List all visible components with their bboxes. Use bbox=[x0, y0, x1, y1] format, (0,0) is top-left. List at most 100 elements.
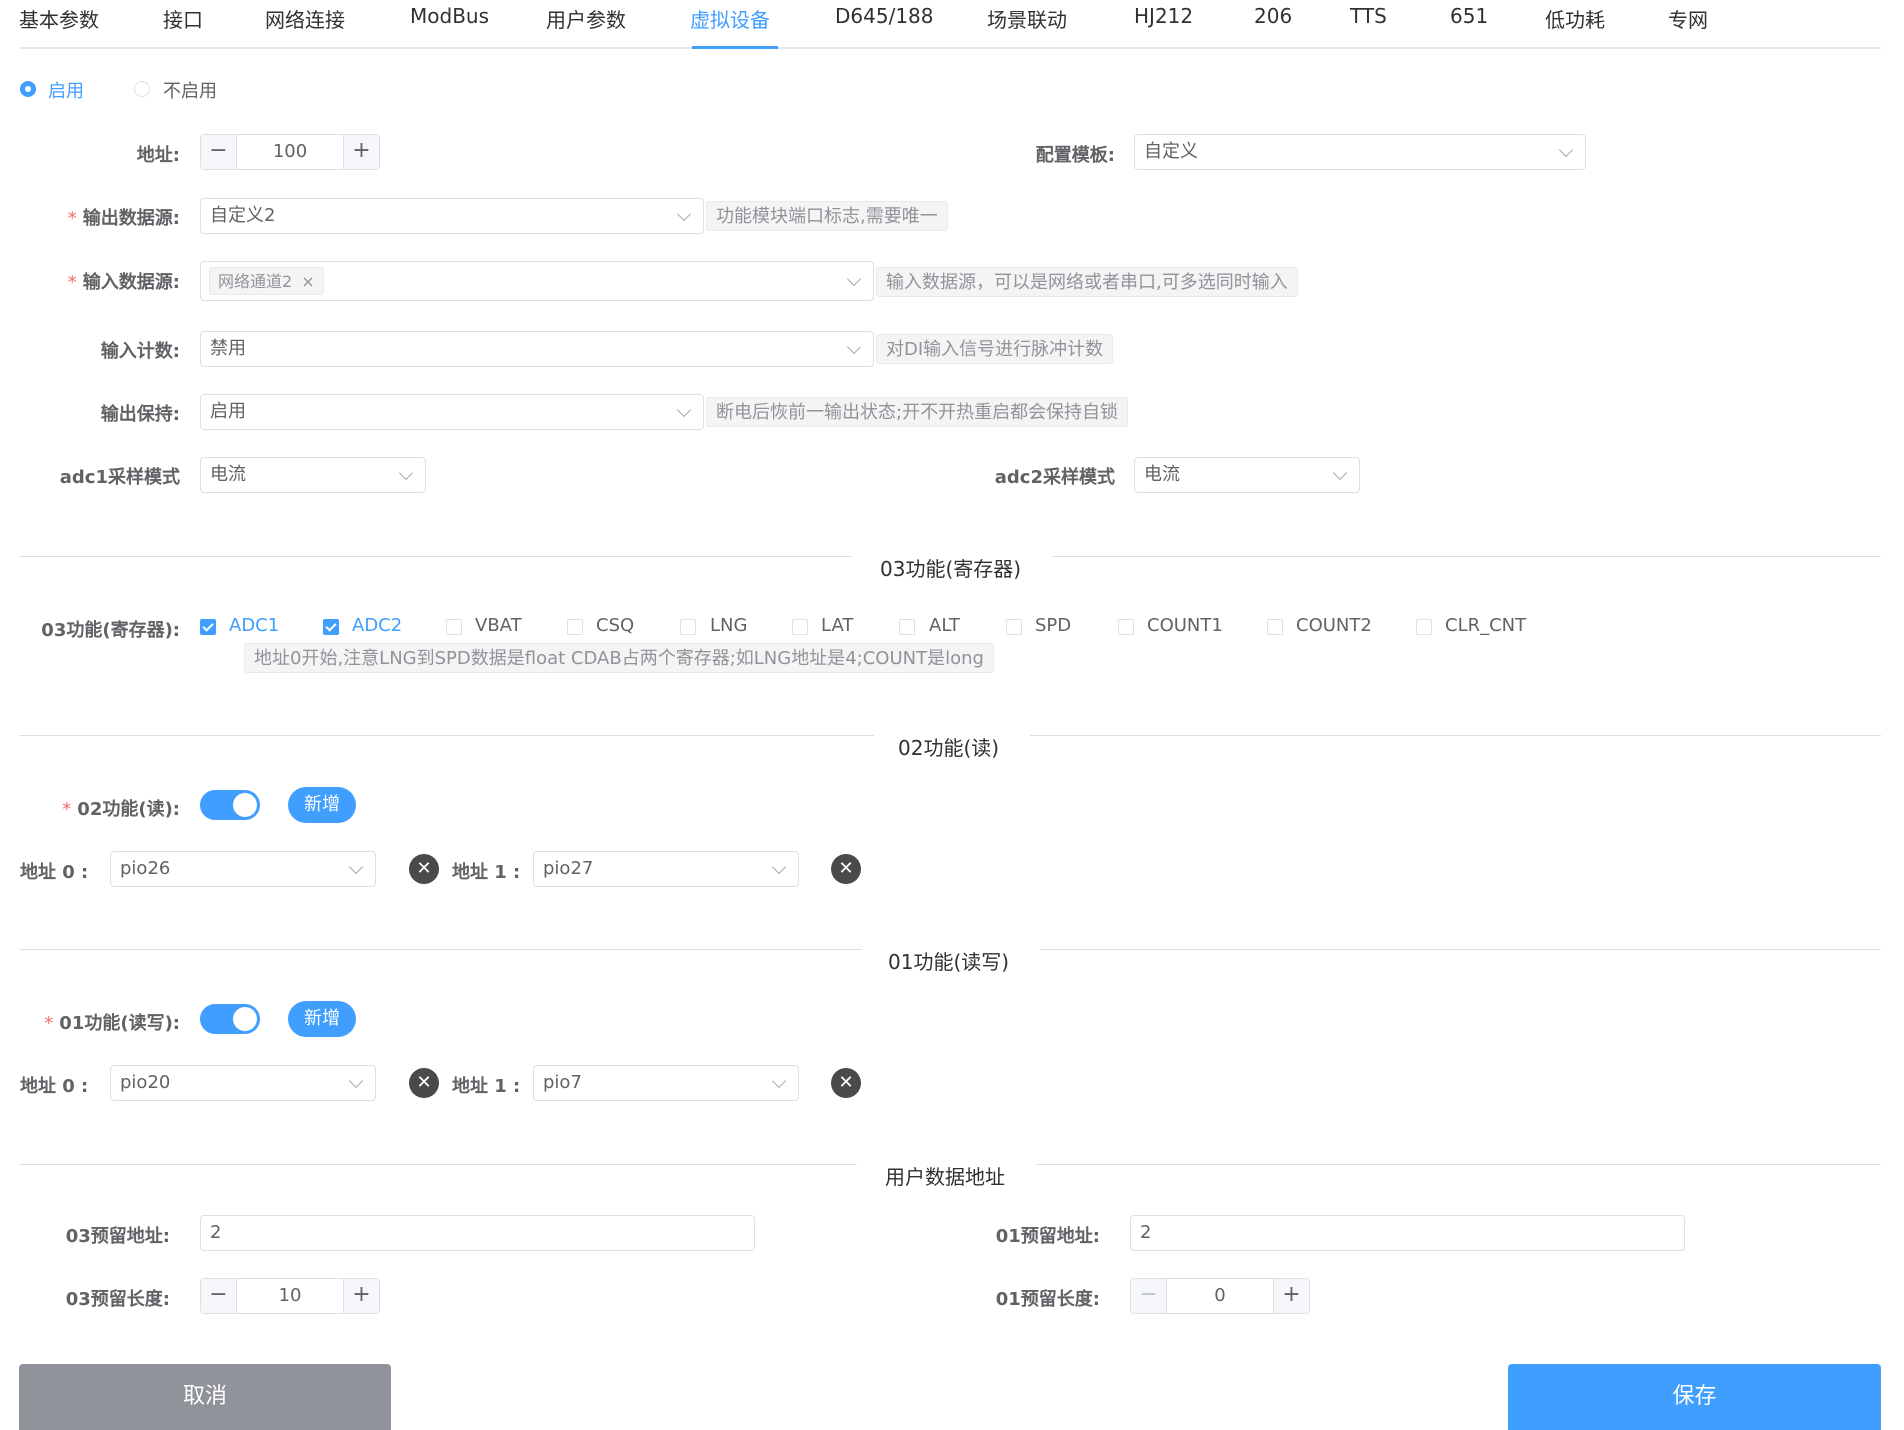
tab-651[interactable]: 651 bbox=[1450, 4, 1488, 28]
tab-user-params[interactable]: 用户参数 bbox=[546, 4, 626, 33]
section01-divider-left bbox=[19, 949, 862, 950]
section01-addr1-select[interactable]: pio7 bbox=[533, 1065, 799, 1101]
r01-addr-input[interactable]: 2 bbox=[1130, 1215, 1685, 1251]
minus-icon[interactable]: − bbox=[201, 1279, 237, 1313]
save-button[interactable]: 保存 bbox=[1508, 1364, 1881, 1430]
checkbox-adc1-label[interactable]: ADC1 bbox=[229, 615, 279, 636]
minus-icon[interactable]: − bbox=[1131, 1279, 1167, 1313]
checkbox-adc1[interactable] bbox=[200, 619, 216, 635]
section01-switch[interactable] bbox=[200, 1004, 260, 1034]
checkbox-lng[interactable] bbox=[680, 619, 696, 635]
checkbox-clr-cnt-label[interactable]: CLR_CNT bbox=[1445, 615, 1526, 636]
template-value: 自定义 bbox=[1144, 141, 1198, 162]
r03-len-value[interactable]: 10 bbox=[237, 1279, 343, 1313]
input-count-hint: 对DI输入信号进行脉冲计数 bbox=[876, 334, 1114, 364]
section01-addr0-label: 地址 0 : bbox=[20, 1076, 89, 1097]
enable-radio-on[interactable] bbox=[20, 81, 36, 97]
tab-scene[interactable]: 场景联动 bbox=[987, 4, 1067, 33]
checkbox-alt[interactable] bbox=[899, 619, 915, 635]
output-source-hint: 功能模块端口标志,需要唯一 bbox=[706, 201, 948, 231]
section02-add-button[interactable]: 新增 bbox=[288, 787, 356, 823]
plus-icon[interactable]: + bbox=[343, 1279, 379, 1313]
checkbox-clr-cnt[interactable] bbox=[1416, 619, 1432, 635]
adc1-label: adc1采样模式 bbox=[59, 467, 180, 488]
output-hold-label: 输出保持: bbox=[100, 404, 180, 425]
chevron-down-icon bbox=[771, 859, 787, 875]
input-source-select[interactable]: 网络通道2 × bbox=[200, 261, 874, 301]
tab-modbus[interactable]: ModBus bbox=[410, 4, 489, 28]
tab-virtual-device[interactable]: 虚拟设备 bbox=[690, 4, 770, 33]
tab-206[interactable]: 206 bbox=[1254, 4, 1292, 28]
section01-add-button[interactable]: 新增 bbox=[288, 1001, 356, 1037]
tab-hj212[interactable]: HJ212 bbox=[1134, 4, 1193, 28]
section02-addr1-value: pio27 bbox=[543, 858, 594, 879]
checkbox-vbat[interactable] bbox=[446, 619, 462, 635]
checkbox-csq-label[interactable]: CSQ bbox=[596, 615, 634, 636]
section01-addr0-value: pio20 bbox=[120, 1072, 171, 1093]
checkbox-spd[interactable] bbox=[1006, 619, 1022, 635]
tab-network[interactable]: 网络连接 bbox=[265, 4, 345, 33]
tab-d645[interactable]: D645/188 bbox=[835, 4, 934, 28]
tab-tts[interactable]: TTS bbox=[1350, 4, 1387, 28]
checkbox-vbat-label[interactable]: VBAT bbox=[475, 615, 522, 636]
cancel-button[interactable]: 取消 bbox=[19, 1364, 391, 1430]
adc2-select[interactable]: 电流 bbox=[1134, 457, 1360, 493]
tab-basic[interactable]: 基本参数 bbox=[19, 4, 99, 33]
input-count-label: 输入计数: bbox=[100, 341, 180, 362]
minus-icon[interactable]: − bbox=[201, 135, 237, 169]
checkbox-adc2-label[interactable]: ADC2 bbox=[352, 615, 402, 636]
plus-icon[interactable]: + bbox=[1273, 1279, 1309, 1313]
checkbox-lng-label[interactable]: LNG bbox=[710, 615, 747, 636]
output-source-select[interactable]: 自定义2 bbox=[200, 198, 704, 234]
checkbox-lat-label[interactable]: LAT bbox=[821, 615, 853, 636]
enable-radio-off[interactable] bbox=[134, 81, 150, 97]
close-icon[interactable]: ✕ bbox=[831, 854, 861, 884]
section03-divider-right bbox=[1052, 556, 1881, 557]
enable-radio-off-label[interactable]: 不启用 bbox=[163, 77, 217, 103]
section01-addr0-select[interactable]: pio20 bbox=[110, 1065, 376, 1101]
address-value[interactable]: 100 bbox=[237, 135, 343, 169]
plus-icon[interactable]: + bbox=[343, 135, 379, 169]
close-icon[interactable]: ✕ bbox=[409, 1068, 439, 1098]
chevron-down-icon bbox=[1332, 465, 1348, 481]
checkbox-adc2[interactable] bbox=[323, 619, 339, 635]
checkbox-count2-label[interactable]: COUNT2 bbox=[1296, 615, 1372, 636]
r01-len-label: 01预留长度: bbox=[995, 1289, 1100, 1310]
enable-radio-on-label[interactable]: 启用 bbox=[48, 77, 84, 103]
tab-low-power[interactable]: 低功耗 bbox=[1545, 4, 1605, 33]
checkbox-csq[interactable] bbox=[567, 619, 583, 635]
input-count-select[interactable]: 禁用 bbox=[200, 331, 874, 367]
template-select[interactable]: 自定义 bbox=[1134, 134, 1586, 170]
address-stepper[interactable]: − 100 + bbox=[200, 134, 380, 170]
output-hold-select[interactable]: 启用 bbox=[200, 394, 704, 430]
adc1-select[interactable]: 电流 bbox=[200, 457, 426, 493]
checkbox-count1[interactable] bbox=[1118, 619, 1134, 635]
section01-addr1-label: 地址 1 : bbox=[452, 1076, 521, 1097]
checkbox-lat[interactable] bbox=[792, 619, 808, 635]
address-label: 地址: bbox=[136, 145, 180, 166]
checkbox-count1-label[interactable]: COUNT1 bbox=[1147, 615, 1223, 636]
chevron-down-icon bbox=[846, 271, 862, 287]
input-source-tag: 网络通道2 × bbox=[209, 267, 324, 295]
close-icon[interactable]: ✕ bbox=[409, 854, 439, 884]
section02-addr1-select[interactable]: pio27 bbox=[533, 851, 799, 887]
output-hold-value: 启用 bbox=[210, 401, 246, 422]
checkbox-spd-label[interactable]: SPD bbox=[1035, 615, 1071, 636]
r01-len-stepper[interactable]: − 0 + bbox=[1130, 1278, 1310, 1314]
section02-label: * 02功能(读): bbox=[62, 799, 180, 820]
chevron-down-icon bbox=[348, 859, 364, 875]
r03-addr-input[interactable]: 2 bbox=[200, 1215, 755, 1251]
checkbox-alt-label[interactable]: ALT bbox=[929, 615, 960, 636]
r01-len-value[interactable]: 0 bbox=[1167, 1279, 1273, 1313]
section02-addr0-select[interactable]: pio26 bbox=[110, 851, 376, 887]
section02-addr1-label: 地址 1 : bbox=[452, 862, 521, 883]
section02-title: 02功能(读) bbox=[898, 736, 1000, 760]
tab-interface[interactable]: 接口 bbox=[163, 4, 203, 33]
tab-private-net[interactable]: 专网 bbox=[1668, 4, 1708, 33]
section01-title: 01功能(读写) bbox=[888, 950, 1010, 974]
section02-switch[interactable] bbox=[200, 790, 260, 820]
checkbox-count2[interactable] bbox=[1267, 619, 1283, 635]
close-icon[interactable]: × bbox=[301, 272, 314, 291]
r03-len-stepper[interactable]: − 10 + bbox=[200, 1278, 380, 1314]
close-icon[interactable]: ✕ bbox=[831, 1068, 861, 1098]
